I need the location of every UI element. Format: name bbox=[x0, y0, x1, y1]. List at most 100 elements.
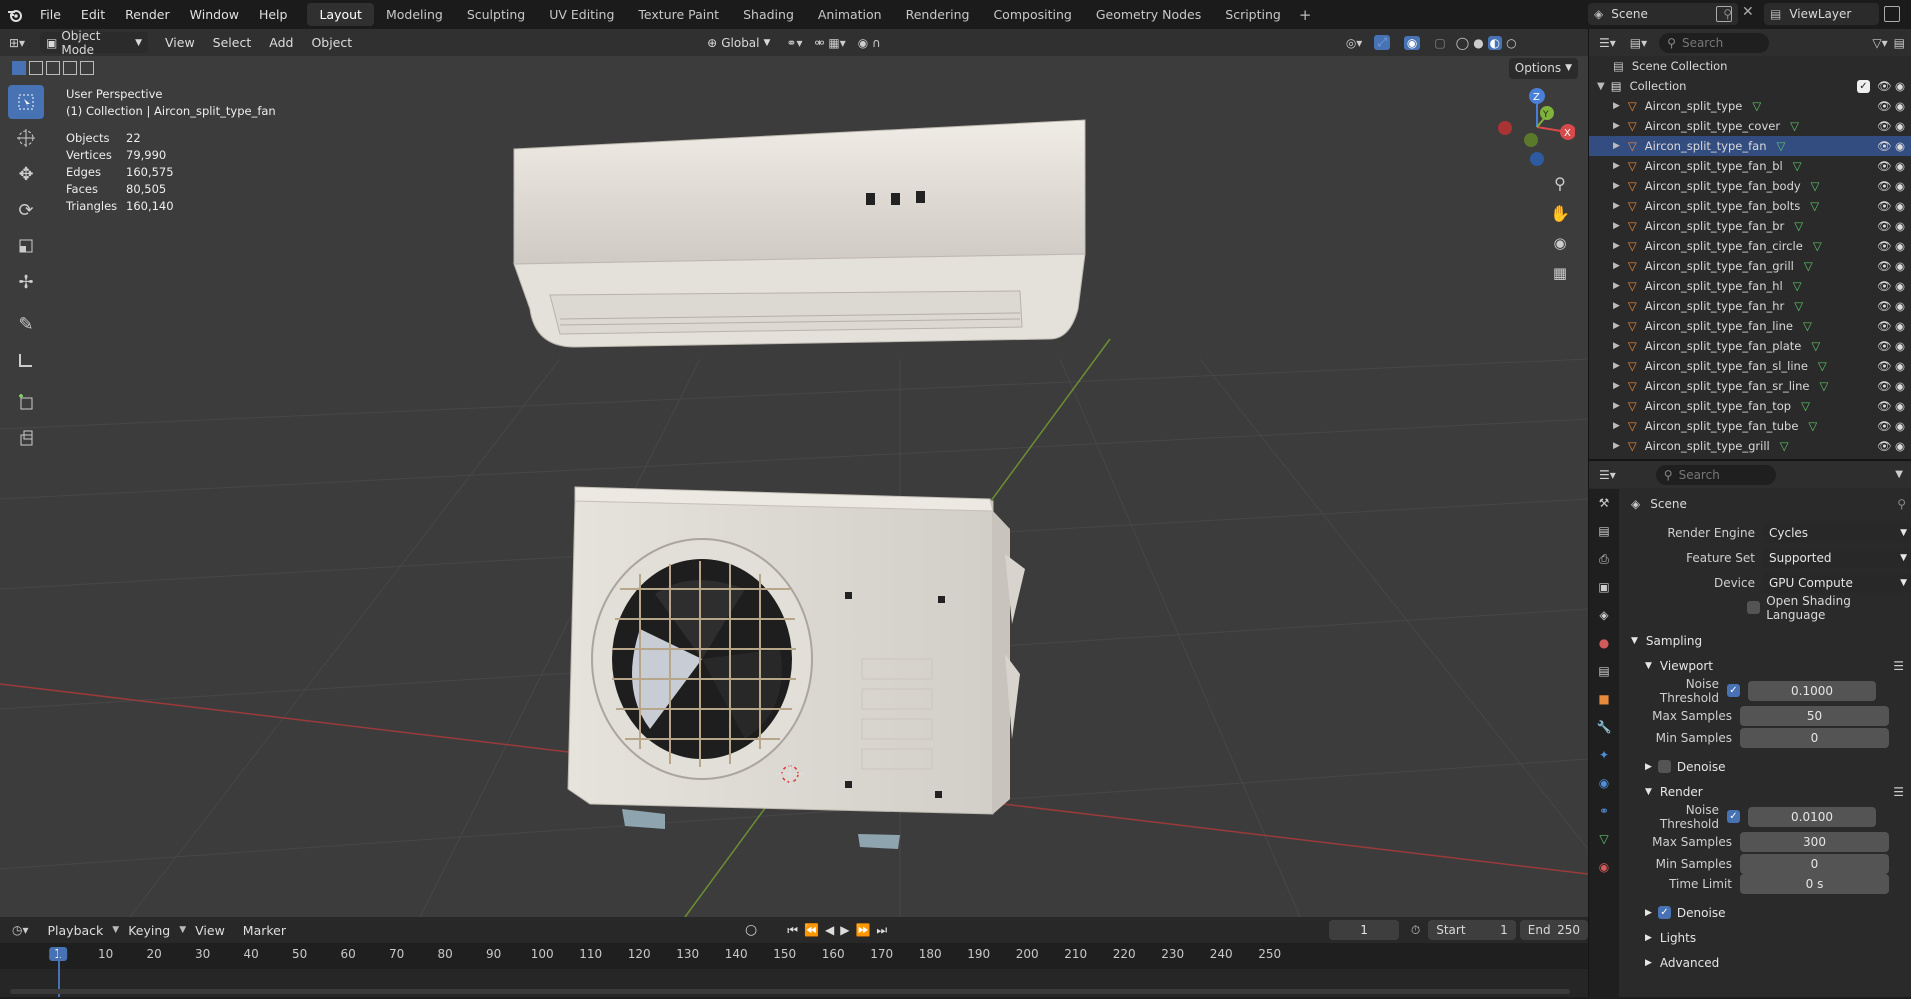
tab-geometry-nodes[interactable]: Geometry Nodes bbox=[1084, 3, 1213, 26]
select-box-tool-icon[interactable] bbox=[8, 85, 44, 119]
properties-editor[interactable]: ☰▾ ⚲ Search ▼ ⚒ ▤ ⎙ ▣ ◈ ● ▤ ■ 🔧 ✦ ◉ ⚭ ▽ … bbox=[1588, 459, 1911, 999]
annotate-tool-icon[interactable]: ✎ bbox=[8, 307, 44, 341]
proportional-editing-icon[interactable]: ◉ ∩ bbox=[858, 36, 881, 50]
collection-tab-icon[interactable]: ▤ bbox=[1589, 657, 1619, 685]
frame-ruler[interactable]: 1102030405060708090100110120130140150160… bbox=[0, 947, 1588, 969]
lights-subpanel[interactable]: ▶ Lights bbox=[1623, 925, 1911, 950]
view-layer-tab-icon[interactable]: ▣ bbox=[1589, 573, 1619, 601]
options-dropdown[interactable]: Options ▼ bbox=[1508, 57, 1578, 79]
chevron-right-icon[interactable]: ▶ bbox=[1613, 321, 1620, 331]
chevron-down-icon[interactable]: ▼ bbox=[1895, 469, 1903, 480]
end-frame-field[interactable]: End 250 bbox=[1519, 920, 1588, 940]
next-keyframe-icon[interactable]: ⏩ bbox=[855, 923, 870, 937]
new-collection-icon[interactable]: ▤ bbox=[1894, 36, 1905, 50]
outliner-item[interactable]: ▶ ▽ Aircon_split_type_fan_sr_line ▽ 👁 ◉ bbox=[1589, 376, 1911, 396]
outliner-item[interactable]: ▶ ▽ Aircon_split_type_fan_body ▽ 👁 ◉ bbox=[1589, 176, 1911, 196]
chevron-right-icon[interactable]: ▶ bbox=[1613, 161, 1620, 171]
gizmo-toggle-icon[interactable]: ⤢ bbox=[1374, 35, 1390, 50]
world-tab-icon[interactable]: ● bbox=[1589, 629, 1619, 657]
constraints-tab-icon[interactable]: ⚭ bbox=[1589, 797, 1619, 825]
device-dropdown[interactable]: GPU Compute ▼ bbox=[1763, 572, 1911, 593]
rotate-tool-icon[interactable]: ⟳ bbox=[8, 193, 44, 227]
transform-tool-icon[interactable]: ✢ bbox=[8, 265, 44, 299]
camera-icon[interactable]: ◉ bbox=[1895, 359, 1905, 373]
chevron-right-icon[interactable]: ▶ bbox=[1613, 401, 1620, 411]
chevron-right-icon[interactable]: ▶ bbox=[1613, 101, 1620, 111]
eye-icon[interactable]: 👁 bbox=[1877, 239, 1892, 253]
menu-window[interactable]: Window bbox=[180, 7, 249, 22]
menu-edit[interactable]: Edit bbox=[71, 7, 115, 22]
eye-icon[interactable]: 👁 bbox=[1877, 399, 1892, 413]
camera-icon[interactable]: ◉ bbox=[1895, 279, 1905, 293]
camera-icon[interactable]: ◉ bbox=[1895, 119, 1905, 133]
eye-icon[interactable]: 👁 bbox=[1877, 219, 1892, 233]
eye-icon[interactable]: 👁 bbox=[1877, 279, 1892, 293]
tab-shading[interactable]: Shading bbox=[731, 3, 806, 26]
outliner-item[interactable]: ▶ ▽ Aircon_split_type_fan_sl_line ▽ 👁 ◉ bbox=[1589, 356, 1911, 376]
camera-icon[interactable]: ◉ bbox=[1895, 139, 1905, 153]
filter-icon[interactable]: ▽▾ bbox=[1872, 36, 1887, 50]
menu-object[interactable]: Object bbox=[302, 35, 361, 50]
tab-modeling[interactable]: Modeling bbox=[374, 3, 455, 26]
chevron-down-icon[interactable]: ▼ bbox=[1597, 81, 1605, 92]
particles-tab-icon[interactable]: ✦ bbox=[1589, 741, 1619, 769]
menu-view[interactable]: View bbox=[186, 923, 234, 938]
outliner-item[interactable]: ▶ ▽ Aircon_split_type_grill ▽ 👁 ◉ bbox=[1589, 436, 1911, 456]
play-reverse-icon[interactable]: ◀ bbox=[825, 923, 834, 937]
camera-icon[interactable]: ◉ bbox=[1895, 299, 1905, 313]
sampling-panel-header[interactable]: ▼ Sampling bbox=[1623, 628, 1911, 653]
chevron-right-icon[interactable]: ▶ bbox=[1613, 221, 1620, 231]
editor-type-icon[interactable]: ☰▾ bbox=[1599, 468, 1616, 482]
pivot-icon[interactable]: ⚭▾ bbox=[786, 36, 802, 50]
scale-tool-icon[interactable] bbox=[8, 229, 44, 263]
navigation-gizmo[interactable]: Z X Y bbox=[1495, 85, 1575, 175]
prev-keyframe-icon[interactable]: ⏪ bbox=[804, 923, 819, 937]
chevron-right-icon[interactable]: ▶ bbox=[1613, 301, 1620, 311]
menu-file[interactable]: File bbox=[30, 7, 71, 22]
outliner-item[interactable]: ▶ ▽ Aircon_split_type_fan_plate ▽ 👁 ◉ bbox=[1589, 336, 1911, 356]
camera-icon[interactable]: ◉ bbox=[1895, 259, 1905, 273]
jump-start-icon[interactable]: ⏮ bbox=[787, 923, 798, 938]
shading-wireframe-icon[interactable]: ◯ bbox=[1456, 36, 1469, 50]
camera-icon[interactable]: ◉ bbox=[1895, 319, 1905, 333]
eye-icon[interactable]: 👁 bbox=[1877, 159, 1892, 173]
menu-render[interactable]: Render bbox=[115, 7, 180, 22]
material-tab-icon[interactable]: ◉ bbox=[1589, 853, 1619, 881]
camera-icon[interactable]: ◉ bbox=[1895, 179, 1905, 193]
chevron-right-icon[interactable]: ▶ bbox=[1613, 421, 1620, 431]
camera-icon[interactable]: ◉ bbox=[1895, 439, 1905, 453]
outliner-item[interactable]: ▶ ▽ Aircon_split_type_fan_bolts ▽ 👁 ◉ bbox=[1589, 196, 1911, 216]
tab-rendering[interactable]: Rendering bbox=[894, 3, 982, 26]
collection-checkbox[interactable]: ✓ bbox=[1857, 79, 1870, 93]
presets-list-icon[interactable]: ☰ bbox=[1893, 659, 1904, 673]
outliner-item[interactable]: ▶ ▽ Aircon_split_type_fan_line ▽ 👁 ◉ bbox=[1589, 316, 1911, 336]
camera-icon[interactable]: ◉ bbox=[1895, 419, 1905, 433]
collection-row[interactable]: ▼ ▤ Collection ✓ 👁 ◉ bbox=[1589, 76, 1911, 96]
advanced-subpanel[interactable]: ▶ Advanced bbox=[1623, 950, 1911, 975]
outliner-search-input[interactable]: ⚲ Search bbox=[1659, 32, 1770, 53]
timeline-track[interactable] bbox=[0, 947, 1588, 997]
jump-end-icon[interactable]: ⏭ bbox=[876, 923, 887, 938]
chevron-right-icon[interactable]: ▶ bbox=[1613, 241, 1620, 251]
tab-uv-editing[interactable]: UV Editing bbox=[537, 3, 626, 26]
feature-set-dropdown[interactable]: Supported ▼ bbox=[1763, 547, 1911, 568]
presets-list-icon[interactable]: ☰ bbox=[1893, 785, 1904, 799]
xray-icon[interactable]: ▢ bbox=[1434, 36, 1445, 50]
outliner[interactable]: ☰▾ ▤▾ ⚲ Search ▽▾ ▤ ▤ Scene Collection ▼… bbox=[1588, 29, 1911, 459]
editor-type-icon[interactable]: ⊞▾ bbox=[0, 36, 34, 50]
eye-icon[interactable]: 👁 bbox=[1877, 179, 1892, 193]
current-frame-field[interactable]: 1 bbox=[1329, 920, 1399, 940]
shading-rendered-icon[interactable]: ○ bbox=[1506, 36, 1516, 50]
render-subpanel-header[interactable]: ▼ Render ☰ bbox=[1623, 779, 1911, 804]
new-view-layer-icon[interactable] bbox=[1884, 6, 1900, 22]
shading-material-icon[interactable]: ◐ bbox=[1487, 35, 1503, 50]
viewport-noise-threshold-checkbox[interactable]: ✓ bbox=[1727, 684, 1740, 697]
data-tab-icon[interactable]: ▽ bbox=[1589, 825, 1619, 853]
chevron-right-icon[interactable]: ▶ bbox=[1613, 121, 1620, 131]
camera-view-icon[interactable]: ◉ bbox=[1545, 229, 1575, 257]
add-cube-tool-icon[interactable] bbox=[8, 385, 44, 419]
eye-icon[interactable]: 👁 bbox=[1877, 259, 1892, 273]
viewport-subpanel-header[interactable]: ▼ Viewport ☰ bbox=[1623, 653, 1911, 678]
eye-icon[interactable]: 👁 bbox=[1877, 339, 1892, 353]
chevron-right-icon[interactable]: ▶ bbox=[1613, 381, 1620, 391]
